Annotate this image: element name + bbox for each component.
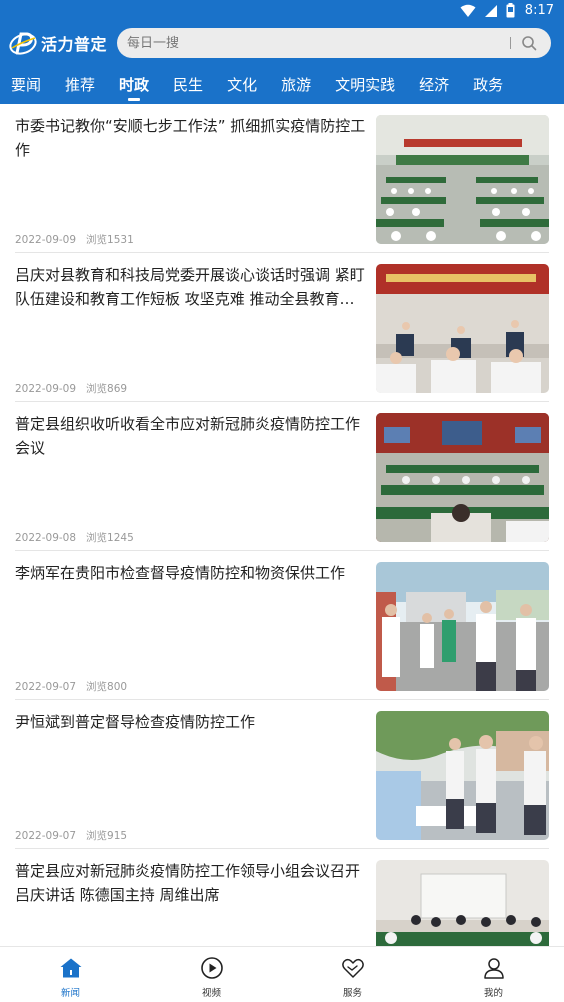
top-bar: 活力普定 [0,26,564,62]
news-date: 2022-09-09 [15,234,77,246]
tab-zhengwu[interactable]: 政务 [473,72,503,100]
header: 8:17 活力普定 要闻 [0,0,564,104]
news-list: 市委书记教你“安顺七步工作法” 抓细抓实疫情防控工作 2022-09-09 浏览1… [0,104,564,946]
search-input[interactable] [127,28,507,58]
heart-service-icon [341,958,364,978]
nav-mine[interactable]: 我的 [423,947,564,1002]
news-title: 吕庆对县教育和科技局党委开展谈心谈话时强调 紧盯队伍建设和教育工作短板 攻坚克难… [15,266,365,308]
news-meta: 2022-09-08 浏览1245 [15,530,134,545]
news-date: 2022-09-07 [15,830,77,842]
tab-wenming-shijian[interactable]: 文明实践 [335,72,395,100]
news-meta: 2022-09-09 浏览869 [15,381,127,396]
news-views: 浏览1531 [86,234,134,246]
search-bar[interactable] [117,28,551,58]
meeting-room-photo [376,264,549,393]
news-thumbnail [376,413,549,542]
tab-minsheng[interactable]: 民生 [173,72,203,100]
testing-site-photo [376,711,549,840]
app-logo[interactable]: 活力普定 [8,28,107,58]
logo-mark-icon [9,32,37,55]
news-item[interactable]: 吕庆对县教育和科技局党委开展谈心谈话时强调 紧盯队伍建设和教育工作短板 攻坚克难… [0,253,564,402]
news-date: 2022-09-07 [15,681,77,693]
nav-news[interactable]: 新闻 [0,947,141,1002]
news-thumbnail [376,860,549,946]
category-tabs: 要闻 推荐 时政 民生 文化 旅游 文明实践 经济 政务 [0,72,564,102]
tab-shizheng[interactable]: 时政 [119,72,149,101]
news-views: 浏览915 [86,830,128,842]
signal-icon [484,4,497,17]
nav-service[interactable]: 服务 [282,947,423,1002]
news-thumbnail [376,264,549,393]
news-views: 浏览869 [86,383,128,395]
news-title: 普定县应对新冠肺炎疫情防控工作领导小组会议召开 吕庆讲话 陈德国主持 周维出席 [15,862,361,904]
news-item[interactable]: 普定县应对新冠肺炎疫情防控工作领导小组会议召开 吕庆讲话 陈德国主持 周维出席 [0,849,564,946]
home-icon [60,958,81,978]
news-thumbnail [376,711,549,840]
user-icon [483,958,504,979]
play-circle-icon [200,957,223,979]
conference-room-photo [376,860,549,946]
news-views: 浏览800 [86,681,128,693]
news-item[interactable]: 市委书记教你“安顺七步工作法” 抓细抓实疫情防控工作 2022-09-09 浏览1… [0,104,564,253]
nav-video[interactable]: 视频 [141,947,282,1002]
news-thumbnail [376,115,549,244]
news-date: 2022-09-08 [15,532,77,544]
meeting-hall-photo [376,115,549,244]
news-date: 2022-09-09 [15,383,77,395]
status-time: 8:17 [524,3,554,18]
nav-label: 视频 [201,988,221,999]
news-title: 市委书记教你“安顺七步工作法” 抓细抓实疫情防控工作 [15,117,366,159]
app-name: 活力普定 [41,35,108,54]
nav-label: 服务 [342,988,362,999]
news-thumbnail [376,562,549,691]
news-meta: 2022-09-09 浏览1531 [15,232,134,247]
tab-wenhua[interactable]: 文化 [227,72,257,100]
news-title: 普定县组织收听收看全市应对新冠肺炎疫情防控工作会议 [15,415,361,457]
inspection-outdoor-photo [376,562,549,691]
tab-yaowen[interactable]: 要闻 [11,72,41,100]
app-screen: 8:17 活力普定 要闻 [0,0,564,1002]
tab-jingji[interactable]: 经济 [419,72,449,100]
wifi-icon [460,4,476,17]
search-icon[interactable] [521,35,537,51]
news-item[interactable]: 尹恒斌到普定督导检查疫情防控工作 2022-09-07 浏览915 [0,700,564,849]
news-meta: 2022-09-07 浏览915 [15,828,127,843]
nav-label: 新闻 [60,988,80,999]
status-bar: 8:17 [0,0,564,24]
news-title: 李炳军在贵阳市检查督导疫情防控和物资保供工作 [15,564,346,582]
news-meta: 2022-09-07 浏览800 [15,679,127,694]
news-views: 浏览1245 [86,532,134,544]
video-conference-photo [376,413,549,542]
tab-lvyou[interactable]: 旅游 [281,72,311,100]
search-divider [510,37,511,49]
news-title: 尹恒斌到普定督导检查疫情防控工作 [15,713,256,731]
nav-label: 我的 [483,988,503,999]
tab-tuijian[interactable]: 推荐 [65,72,95,100]
battery-icon [506,3,515,18]
bottom-nav: 新闻 视频 服务 我的 [0,946,564,1002]
news-item[interactable]: 李炳军在贵阳市检查督导疫情防控和物资保供工作 2022-09-07 浏览800 [0,551,564,700]
news-item[interactable]: 普定县组织收听收看全市应对新冠肺炎疫情防控工作会议 2022-09-08 浏览12… [0,402,564,551]
